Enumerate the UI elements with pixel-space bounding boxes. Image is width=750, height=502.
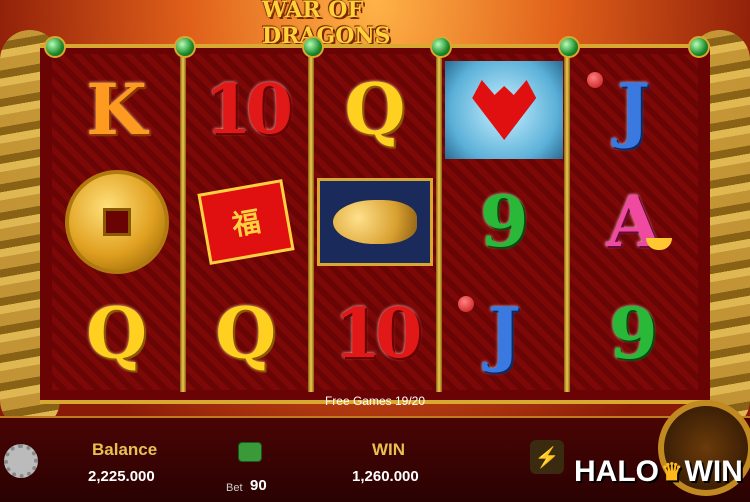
reel-divider	[436, 48, 442, 392]
reel-cell: Q	[310, 54, 439, 166]
jade-gem-icon	[302, 36, 324, 58]
card-symbol-q: Q	[344, 68, 406, 151]
halowin-logo: HALO ♛ WIN	[574, 452, 743, 492]
reel-cell	[440, 54, 569, 166]
reel-cell: J	[440, 278, 569, 390]
reel-cell: 10	[181, 54, 310, 166]
reel-divider	[564, 48, 570, 392]
reel-cell: Q	[52, 278, 181, 390]
logo-text-right: WIN	[684, 455, 743, 488]
game-title-banner: WAR OF DRAGONS	[262, 0, 488, 49]
card-symbol-10: 10	[204, 70, 293, 150]
jade-gem-icon	[174, 36, 196, 58]
reel-grid: K 10 Q J 福 9 A Q Q 10 J 9	[52, 54, 698, 390]
crown-icon: ♛	[661, 458, 683, 486]
fish-body	[332, 200, 417, 244]
settings-gear-icon[interactable]	[4, 444, 38, 478]
reel-divider	[308, 48, 314, 392]
reel-cell: 10	[310, 278, 439, 390]
card-symbol-q: Q	[86, 292, 148, 375]
balance-value: 2,225.000	[88, 468, 155, 485]
reel-cell: 福	[181, 166, 310, 278]
bet-chips-icon[interactable]	[238, 442, 262, 462]
reel-cell: 9	[440, 166, 569, 278]
free-games-counter: Free Games 19/20	[324, 394, 426, 408]
card-symbol-j: J	[487, 292, 521, 375]
reel-cell: K	[52, 54, 181, 166]
jade-gem-icon	[44, 36, 66, 58]
card-symbol-q: Q	[215, 292, 277, 375]
turbo-lightning-icon[interactable]: ⚡	[530, 440, 564, 474]
card-symbol-10: 10	[333, 294, 423, 374]
jade-gem-icon	[688, 36, 710, 58]
game-title: WAR OF DRAGONS	[262, 0, 391, 49]
reel-cell: Q	[181, 278, 310, 390]
win-value: 1,260.000	[352, 468, 419, 485]
card-symbol-j: J	[616, 68, 650, 151]
red-envelope-symbol-icon: 福	[197, 179, 295, 265]
jade-gem-icon	[430, 36, 452, 58]
lantern-icon	[457, 296, 474, 312]
card-symbol-9: 9	[479, 180, 529, 263]
reel-cell: A	[569, 166, 698, 278]
reel-cell	[310, 166, 439, 278]
bet-label: Bet	[226, 482, 243, 494]
coin-hole	[102, 208, 131, 236]
reel-cell	[52, 166, 181, 278]
coin-symbol-icon	[64, 170, 169, 274]
logo-text-left: HALO	[574, 455, 659, 488]
reel-cell: J	[569, 54, 698, 166]
bet-value[interactable]: 90	[250, 477, 267, 494]
dragon-head-shape	[472, 80, 537, 140]
reel-cell: 9	[569, 278, 698, 390]
win-label: WIN	[372, 440, 406, 459]
reel-divider	[180, 48, 186, 392]
card-symbol-k: K	[86, 68, 148, 151]
balance-label: Balance	[92, 440, 158, 459]
dragon-wild-symbol-icon	[445, 61, 564, 159]
jade-gem-icon	[558, 36, 580, 58]
golden-fish-symbol-icon	[316, 178, 433, 266]
card-symbol-9: 9	[609, 292, 658, 375]
lantern-icon	[586, 72, 603, 88]
